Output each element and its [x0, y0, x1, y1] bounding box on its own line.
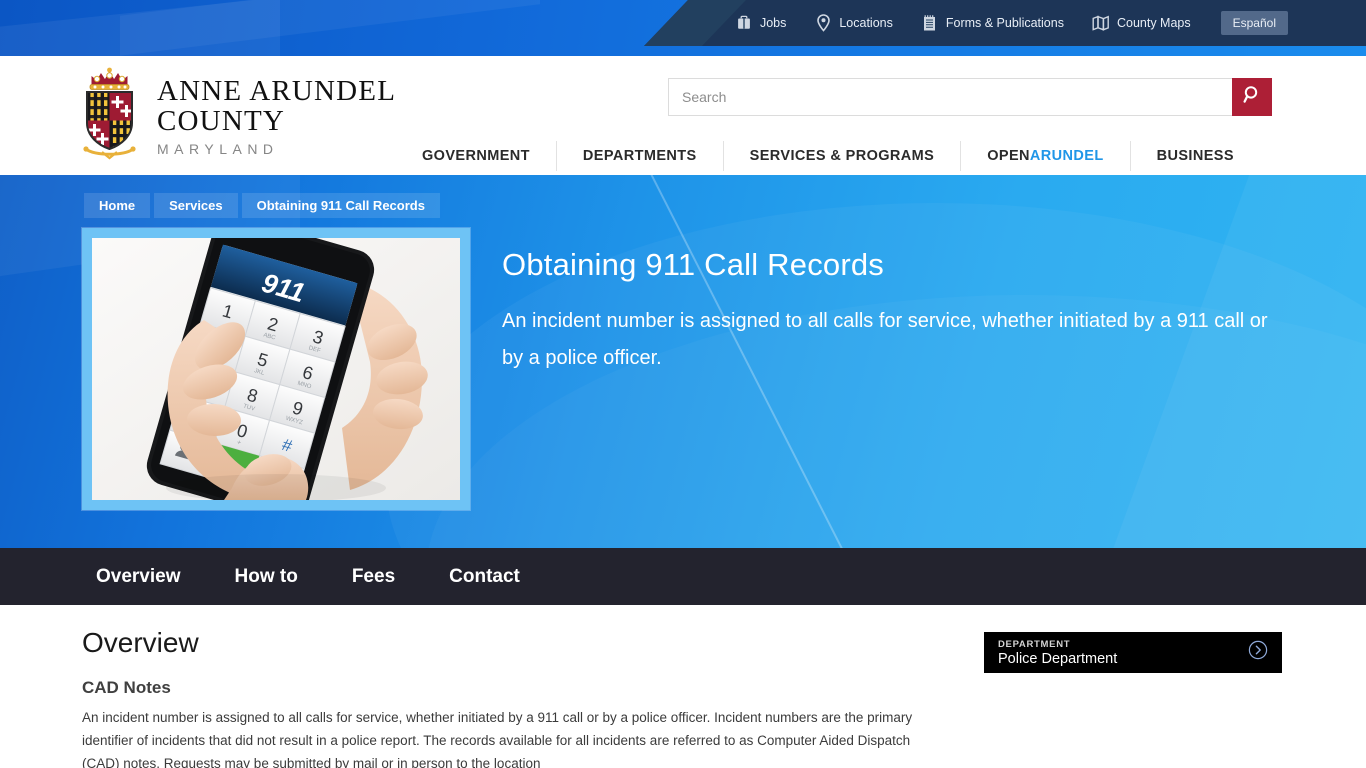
department-card-label: DEPARTMENT	[998, 638, 1071, 650]
top-utility-bar: Jobs Locations Forms & Publications Coun…	[0, 0, 1366, 56]
nav-openarundel-highlight: ARUNDEL	[1029, 148, 1104, 164]
nav-openarundel-prefix: OPEN	[987, 148, 1030, 164]
site-header: ANNE ARUNDEL COUNTY MARYLAND GOVERNMENT …	[0, 56, 1366, 175]
breadcrumb-item-home[interactable]: Home	[84, 193, 151, 218]
search-submit-button[interactable]	[1232, 78, 1272, 116]
hero-image-911-phone: 911 1 2ABC 3DEF 4	[92, 238, 460, 500]
main-content: Overview CAD Notes An incident number is…	[0, 605, 1366, 768]
notepad-icon	[921, 13, 939, 33]
language-toggle-button[interactable]: Español	[1220, 11, 1288, 35]
breadcrumb-item-services[interactable]: Services	[154, 193, 238, 218]
logo-line-3: MARYLAND	[157, 140, 279, 157]
section-heading: Overview	[82, 627, 199, 658]
nav-item-services-programs[interactable]: SERVICES & PROGRAMS	[722, 141, 961, 171]
tab-contact[interactable]: Contact	[449, 566, 520, 588]
logo-line-2: COUNTY	[157, 104, 286, 137]
utility-link-locations[interactable]: Locations	[800, 13, 907, 33]
section-paragraph: An incident number is assigned to all ca…	[82, 710, 913, 768]
page-title: Obtaining 911 Call Records	[502, 247, 884, 282]
logo-line-1: ANNE ARUNDEL	[157, 75, 397, 107]
briefcase-icon	[735, 13, 753, 33]
department-card-name: Police Department	[998, 650, 1118, 667]
department-card-text: DEPARTMENT Police Department	[998, 639, 1117, 667]
utility-link-label: Forms & Publications	[945, 16, 1064, 30]
utility-link-county-maps[interactable]: County Maps	[1078, 13, 1205, 33]
hero-text-block: Obtaining 911 Call Records An incident n…	[502, 247, 1272, 377]
breadcrumb: Home Services Obtaining 911 Call Records	[84, 193, 440, 218]
utility-link-label: County Maps	[1116, 16, 1191, 30]
department-card[interactable]: DEPARTMENT Police Department	[984, 632, 1282, 673]
section-subheading: CAD Notes	[82, 678, 171, 697]
site-search	[668, 78, 1272, 116]
nav-item-government[interactable]: GOVERNMENT	[408, 141, 556, 171]
utility-link-label: Jobs	[759, 16, 787, 30]
page-root: Jobs Locations Forms & Publications Coun…	[0, 0, 1366, 768]
utility-link-label: Locations	[839, 16, 893, 30]
tab-overview[interactable]: Overview	[96, 566, 181, 588]
maryland-coat-of-arms-icon	[78, 61, 141, 161]
utility-link-forms-publications[interactable]: Forms & Publications	[907, 13, 1078, 33]
search-icon	[1242, 85, 1262, 109]
hero-image-frame: 911 1 2ABC 3DEF 4	[82, 228, 470, 510]
tab-how-to[interactable]: How to	[235, 566, 298, 588]
hero-banner: Home Services Obtaining 911 Call Records	[0, 175, 1366, 548]
nav-item-business[interactable]: BUSINESS	[1129, 141, 1260, 171]
map-pin-icon	[814, 13, 832, 33]
chevron-right-circle-icon	[1248, 640, 1268, 665]
folded-map-icon	[1092, 13, 1110, 33]
site-logo[interactable]: ANNE ARUNDEL COUNTY MARYLAND	[78, 61, 396, 161]
primary-navigation: GOVERNMENT DEPARTMENTS SERVICES & PROGRA…	[408, 136, 1260, 176]
utility-link-jobs[interactable]: Jobs	[721, 13, 800, 33]
utility-links: Jobs Locations Forms & Publications Coun…	[721, 0, 1288, 46]
logo-wordmark: ANNE ARUNDEL COUNTY MARYLAND	[157, 61, 396, 157]
tab-fees[interactable]: Fees	[352, 566, 395, 588]
decor-diagonal-2	[120, 0, 540, 56]
section-tab-bar: Overview How to Fees Contact	[0, 548, 1366, 605]
search-input[interactable]	[668, 78, 1232, 116]
nav-item-openarundel[interactable]: OPENARUNDEL	[960, 141, 1129, 171]
breadcrumb-item-current[interactable]: Obtaining 911 Call Records	[241, 193, 440, 218]
content-column: Overview CAD Notes An incident number is…	[82, 627, 927, 768]
nav-item-departments[interactable]: DEPARTMENTS	[555, 141, 723, 171]
page-subtitle: An incident number is assigned to all ca…	[502, 310, 1268, 369]
